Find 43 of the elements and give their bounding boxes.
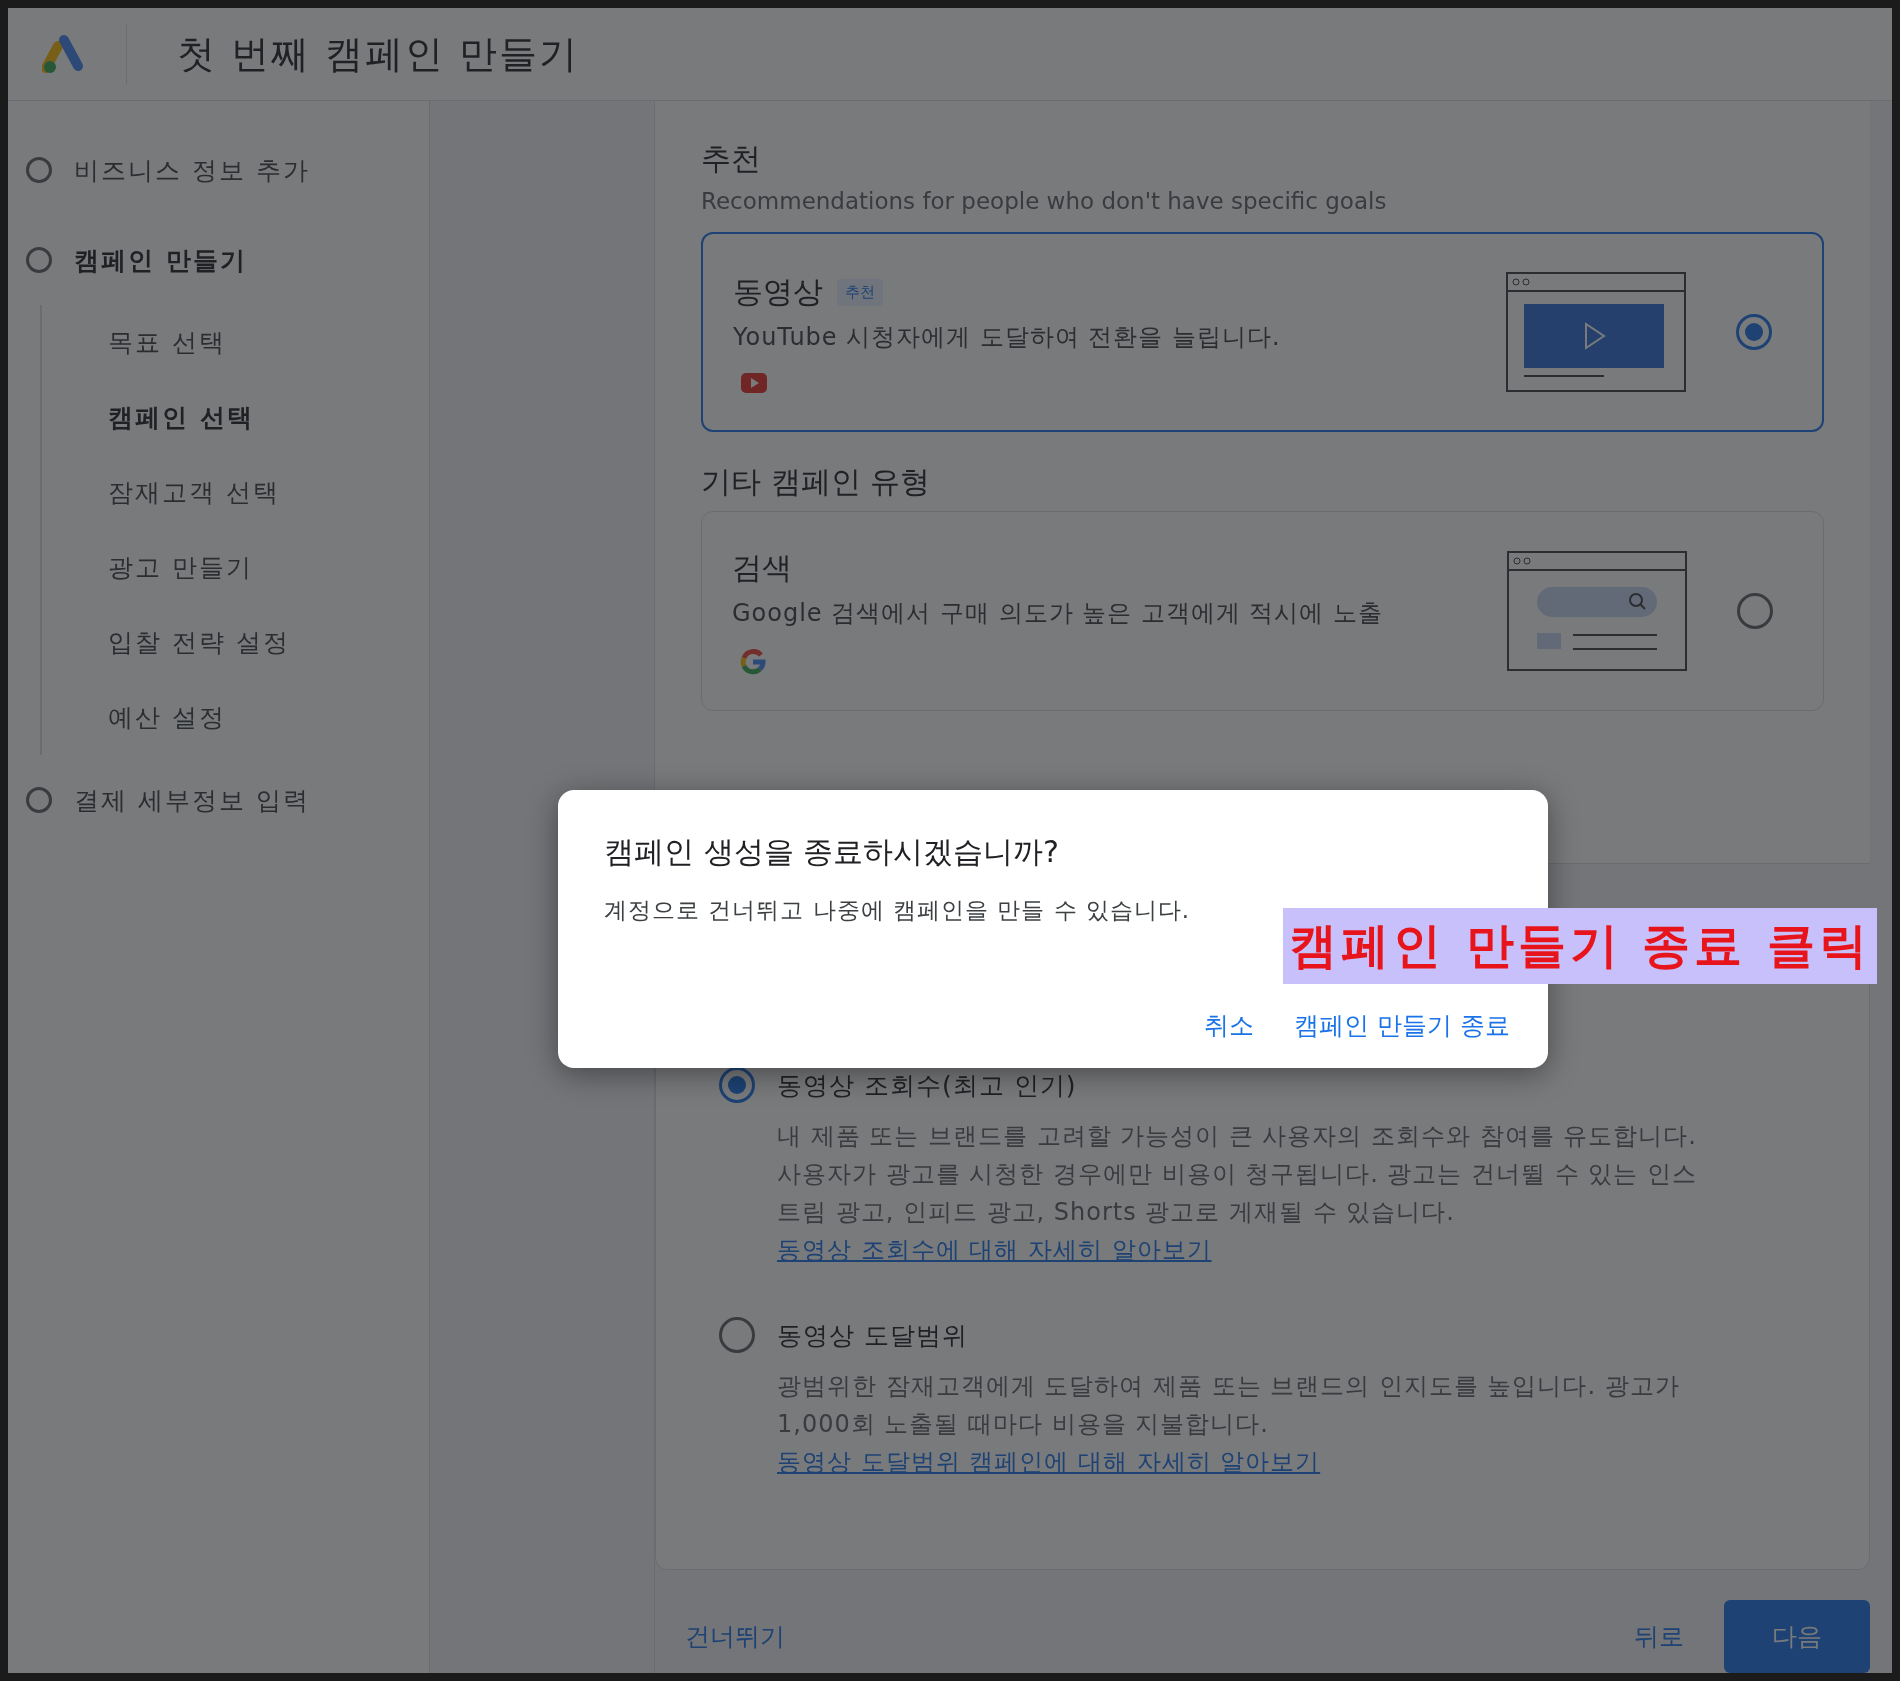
youtube-icon [741, 372, 767, 393]
radio-button[interactable] [1737, 593, 1773, 629]
step-circle-icon [26, 157, 52, 183]
dialog-button[interactable]: 취소 [1204, 1003, 1255, 1048]
dialog-message: 계정으로 건너뛰고 나중에 캠페인을 만들 수 있습니다. [604, 896, 1192, 925]
dialog-button[interactable]: 캠페인 만들기 종료 [1294, 1003, 1510, 1048]
substep-item[interactable]: 잠재고객 선택 [108, 455, 429, 530]
skip-button[interactable]: 건너뛰기 [669, 1610, 801, 1663]
back-button[interactable]: 뒤로 [1618, 1610, 1700, 1663]
recommended-badge: 추천 [837, 278, 883, 306]
annotation-label: 캠페인 만들기 종료 클릭 [1283, 908, 1878, 984]
step-circle-icon [26, 247, 52, 273]
ads-logo-icon [42, 34, 86, 74]
section-heading: 추천 [701, 140, 762, 178]
substep-item[interactable]: 캠페인 선택 [108, 380, 429, 455]
substep-item[interactable]: 목표 선택 [108, 305, 429, 380]
step-item[interactable]: 결제 세부정보 입력 [74, 783, 310, 817]
option-description: 내 제품 또는 브랜드를 고려할 가능성이 큰 사용자의 조회수와 참여를 유도합니다. 사용자가 광고를 시청한 경우에만 비용이 청구됩니다. 광고는 건너뛸 수 있는 인스트림 광고, 인피드 광고, Shorts 광고로 게재될 수 있습니다. 동영상 조회수에 대해 자세히 알아보기 [777, 1121, 1698, 1266]
card-description: YouTube 시청자에게 도달하여 전환을 늘립니다. [733, 321, 1281, 353]
card-title: 동영상 [733, 272, 823, 311]
section-heading: 기타 캠페인 유형 [701, 463, 932, 501]
substep-item[interactable]: 입찰 전략 설정 [108, 605, 429, 680]
section-subheading: Recommendations for people who don't have specific goals [701, 188, 1388, 214]
dialog-title: 캠페인 생성을 종료하시겠습니까? [604, 833, 1060, 871]
substep-item[interactable]: 예산 설정 [108, 680, 429, 755]
campaign-card[interactable]: 검색 Google 검색에서 구매 의도가 높은 고객에게 적시에 노출 [701, 511, 1824, 711]
learn-more-link[interactable]: 동영상 조회수에 대해 자세히 알아보기 [777, 1236, 1212, 1264]
option-description: 광범위한 잠재고객에게 도달하여 제품 또는 브랜드의 인지도를 높입니다. 광고가 1,000회 노출될 때마다 비용을 지불합니다. 동영상 도달범위 캠페인에 대해 자세히 알아보기 [777, 1371, 1681, 1478]
option-label: 동영상 도달범위 [777, 1319, 968, 1352]
radio-button[interactable] [1736, 314, 1772, 350]
campaign-card[interactable]: 동영상 추천 YouTube 시청자에게 도달하여 전환을 늘립니다. [701, 232, 1824, 432]
step-item[interactable]: 비즈니스 정보 추가 [74, 153, 310, 187]
page-title: 첫 번째 캠페인 만들기 [177, 30, 580, 78]
step-circle-icon [26, 787, 52, 813]
card-title: 검색 [732, 548, 792, 587]
substep-item[interactable]: 광고 만들기 [108, 530, 429, 605]
radio-button[interactable] [719, 1317, 755, 1353]
option-label: 동영상 조회수(최고 인기) [777, 1069, 1077, 1102]
step-item[interactable]: 캠페인 만들기 [74, 243, 247, 277]
learn-more-link[interactable]: 동영상 도달범위 캠페인에 대해 자세히 알아보기 [777, 1448, 1321, 1476]
google-icon [740, 648, 766, 675]
card-description: Google 검색에서 구매 의도가 높은 고객에게 적시에 노출 [732, 597, 1384, 629]
next-button[interactable]: 다음 [1724, 1600, 1870, 1673]
